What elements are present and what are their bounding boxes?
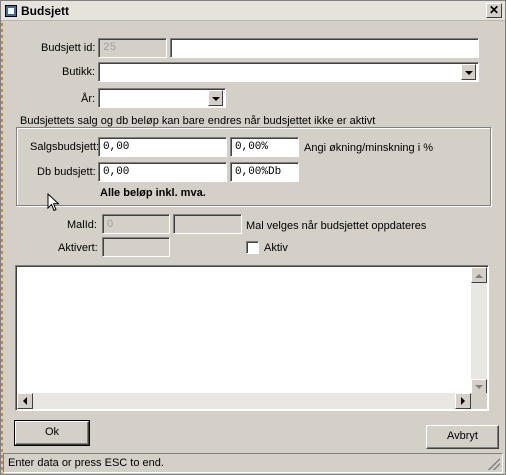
scroll-up-icon[interactable]	[471, 267, 487, 283]
budsjett-name-field[interactable]	[170, 38, 479, 58]
scroll-right-icon[interactable]	[455, 393, 471, 409]
window-edge-decoration	[1, 23, 3, 475]
db-budsjett-percent-field[interactable]: 0,00%Db	[230, 162, 299, 182]
vat-note: Alle beløp inkl. mva.	[100, 187, 206, 199]
mouse-cursor-icon	[47, 193, 60, 212]
butikk-label: Butikk:	[62, 66, 96, 78]
title-bar[interactable]: Budsjett ✕	[1, 1, 505, 21]
malid-field: 0	[102, 214, 170, 234]
aar-combo[interactable]	[98, 88, 226, 108]
horizontal-scrollbar[interactable]	[17, 393, 471, 409]
notes-textarea[interactable]	[15, 265, 489, 411]
vertical-scrollbar[interactable]	[471, 267, 487, 395]
budget-edit-note: Budsjettets salg og db beløp kan bare en…	[20, 115, 376, 127]
aktivert-field	[102, 237, 170, 257]
mal-name-field	[173, 214, 242, 234]
budsjett-id-field: 25	[98, 38, 167, 58]
salgsbudsjett-field[interactable]: 0,00	[98, 137, 227, 157]
scrollbar-corner	[471, 393, 487, 409]
close-icon[interactable]: ✕	[486, 3, 502, 18]
status-text: Enter data or press ESC to end.	[8, 457, 164, 469]
butikk-dropdown-arrow-icon[interactable]	[461, 64, 476, 80]
malid-label: MalId:	[67, 219, 97, 231]
aar-label: År:	[81, 93, 96, 105]
size-grip-icon[interactable]	[488, 458, 500, 470]
budsjett-id-label: Budsjett id:	[41, 42, 96, 54]
percent-hint: Angi økning/minskning i %	[304, 142, 434, 154]
avbryt-button[interactable]: Avbryt	[426, 425, 499, 449]
butikk-combo[interactable]	[98, 62, 479, 82]
budsjett-window: Budsjett ✕ Budsjett id: 25 Butikk: År: B…	[0, 0, 506, 475]
aktiv-checkbox[interactable]	[246, 241, 259, 254]
aktivert-label: Aktivert:	[58, 242, 98, 254]
aktiv-label: Aktiv	[264, 242, 288, 254]
salgsbudsjett-label: Salgsbudsjett:	[30, 141, 100, 153]
mal-hint: Mal velges når budsjettet oppdateres	[246, 220, 427, 232]
ok-button[interactable]: Ok	[14, 420, 90, 446]
aar-dropdown-arrow-icon[interactable]	[208, 90, 223, 106]
db-budsjett-field[interactable]: 0,00	[98, 162, 227, 182]
status-bar: Enter data or press ESC to end.	[3, 453, 503, 473]
scroll-left-icon[interactable]	[17, 393, 33, 409]
salgsbudsjett-percent-field[interactable]: 0,00%	[230, 137, 299, 157]
db-budsjett-label: Db budsjett:	[37, 166, 96, 178]
app-icon	[5, 5, 17, 17]
window-title: Budsjett	[21, 4, 69, 18]
